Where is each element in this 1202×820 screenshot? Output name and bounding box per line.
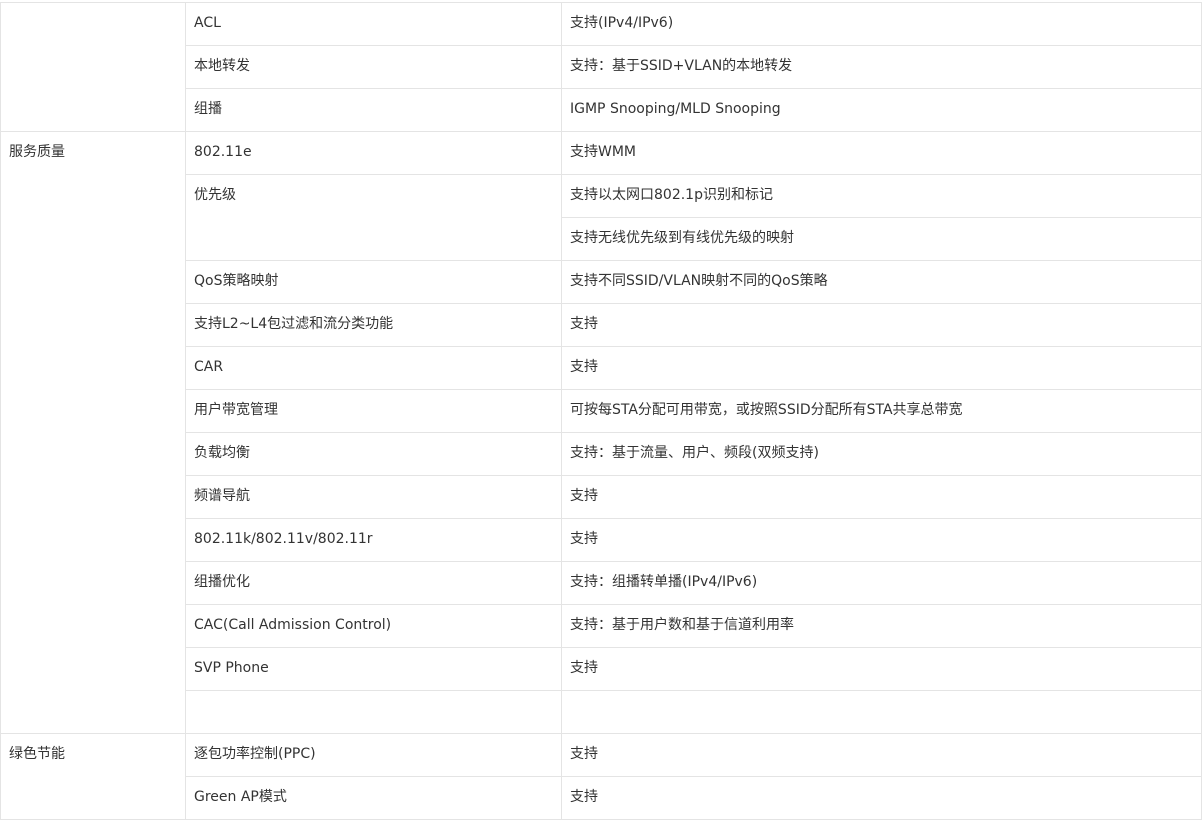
value-cell: 支持：基于流量、用户、频段(双频支持) bbox=[561, 432, 1202, 476]
value-cell: IGMP Snooping/MLD Snooping bbox=[561, 88, 1202, 132]
category-cell-qos: 服务质量 bbox=[0, 131, 186, 734]
table-row: 绿色节能 逐包功率控制(PPC) 支持 bbox=[0, 733, 1202, 820]
feature-cell: 组播 bbox=[185, 88, 562, 132]
feature-cell: SVP Phone bbox=[185, 647, 562, 691]
value-cell: 支持：组播转单播(IPv4/IPv6) bbox=[561, 561, 1202, 605]
feature-cell: 逐包功率控制(PPC) bbox=[185, 733, 562, 777]
spec-table: ACL 支持(IPv4/IPv6) 本地转发 支持：基于SSID+VLAN的本地… bbox=[0, 2, 1202, 820]
feature-cell: 负载均衡 bbox=[185, 432, 562, 476]
feature-cell: ACL bbox=[185, 2, 562, 46]
category-cell-empty bbox=[0, 2, 186, 132]
value-cell: 支持 bbox=[561, 475, 1202, 519]
feature-cell: 优先级 bbox=[185, 174, 562, 261]
feature-cell: 支持L2~L4包过滤和流分类功能 bbox=[185, 303, 562, 347]
value-cell: 支持 bbox=[561, 733, 1202, 777]
feature-cell: QoS策略映射 bbox=[185, 260, 562, 304]
feature-cell: CAR bbox=[185, 346, 562, 390]
table-row: 服务质量 802.11e 支持WMM bbox=[0, 131, 1202, 734]
value-cell: 支持 bbox=[561, 518, 1202, 562]
feature-cell: Green AP模式 bbox=[185, 776, 562, 820]
value-cell: 支持不同SSID/VLAN映射不同的QoS策略 bbox=[561, 260, 1202, 304]
feature-cell: 802.11k/802.11v/802.11r bbox=[185, 518, 562, 562]
value-cell bbox=[561, 690, 1202, 734]
value-cell: 支持：基于用户数和基于信道利用率 bbox=[561, 604, 1202, 648]
feature-cell: 本地转发 bbox=[185, 45, 562, 89]
feature-cell: 频谱导航 bbox=[185, 475, 562, 519]
value-cell: 支持 bbox=[561, 303, 1202, 347]
value-cell: 可按每STA分配可用带宽，或按照SSID分配所有STA共享总带宽 bbox=[561, 389, 1202, 433]
value-cell: 支持WMM bbox=[561, 131, 1202, 175]
feature-cell bbox=[185, 690, 562, 734]
value-cell: 支持(IPv4/IPv6) bbox=[561, 2, 1202, 46]
value-cell: 支持无线优先级到有线优先级的映射 bbox=[561, 217, 1202, 261]
value-cell: 支持 bbox=[561, 647, 1202, 691]
table-row: ACL 支持(IPv4/IPv6) bbox=[0, 2, 1202, 132]
feature-cell: 组播优化 bbox=[185, 561, 562, 605]
category-cell-green: 绿色节能 bbox=[0, 733, 186, 820]
feature-cell: CAC(Call Admission Control) bbox=[185, 604, 562, 648]
feature-cell: 用户带宽管理 bbox=[185, 389, 562, 433]
value-cell: 支持 bbox=[561, 776, 1202, 820]
value-cell: 支持 bbox=[561, 346, 1202, 390]
value-cell: 支持：基于SSID+VLAN的本地转发 bbox=[561, 45, 1202, 89]
feature-cell: 802.11e bbox=[185, 131, 562, 175]
value-cell: 支持以太网口802.1p识别和标记 bbox=[561, 174, 1202, 218]
